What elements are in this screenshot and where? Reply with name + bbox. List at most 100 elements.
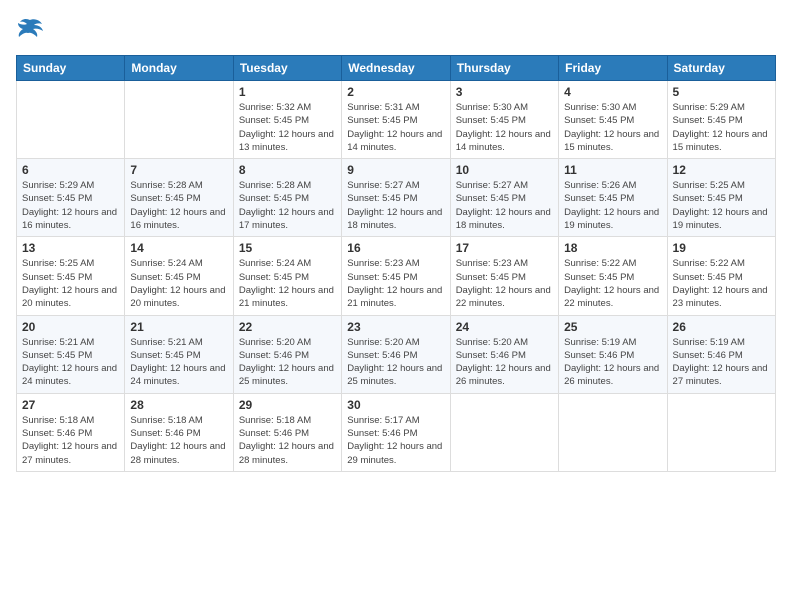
day-info: Sunrise: 5:19 AMSunset: 5:46 PMDaylight:… — [564, 336, 661, 389]
day-number: 1 — [239, 85, 336, 99]
day-number: 2 — [347, 85, 444, 99]
calendar-cell: 10Sunrise: 5:27 AMSunset: 5:45 PMDayligh… — [450, 159, 558, 237]
day-number: 8 — [239, 163, 336, 177]
day-info: Sunrise: 5:30 AMSunset: 5:45 PMDaylight:… — [564, 101, 661, 154]
day-info: Sunrise: 5:18 AMSunset: 5:46 PMDaylight:… — [239, 414, 336, 467]
day-info: Sunrise: 5:30 AMSunset: 5:45 PMDaylight:… — [456, 101, 553, 154]
day-number: 7 — [130, 163, 227, 177]
day-number: 14 — [130, 241, 227, 255]
calendar-cell: 24 Sunrise: 5:20 AMSunset: 5:46 PMDayligh… — [450, 315, 558, 393]
calendar-cell: 5 Sunrise: 5:29 AMSunset: 5:45 PMDaylight… — [667, 81, 775, 159]
calendar-cell — [17, 81, 125, 159]
weekday-header-friday: Friday — [559, 56, 667, 81]
calendar-cell: 27 Sunrise: 5:18 AMSunset: 5:46 PMDayligh… — [17, 393, 125, 471]
calendar-cell: 6Sunrise: 5:29 AMSunset: 5:45 PMDaylight… — [17, 159, 125, 237]
day-number: 15 — [239, 241, 336, 255]
day-number: 9 — [347, 163, 444, 177]
weekday-header-row: SundayMondayTuesdayWednesdayThursdayFrid… — [17, 56, 776, 81]
calendar-cell: 17 Sunrise: 5:23 AMSunset: 5:45 PMDayligh… — [450, 237, 558, 315]
day-info: Sunrise: 5:22 AMSunset: 5:45 PMDaylight:… — [564, 257, 661, 310]
calendar-cell — [667, 393, 775, 471]
weekday-header-thursday: Thursday — [450, 56, 558, 81]
day-info: Sunrise: 5:25 AMSunset: 5:45 PMDaylight:… — [673, 179, 770, 232]
day-info: Sunrise: 5:28 AMSunset: 5:45 PMDaylight:… — [239, 179, 336, 232]
day-info: Sunrise: 5:32 AMSunset: 5:45 PMDaylight:… — [239, 101, 336, 154]
calendar-cell — [125, 81, 233, 159]
day-number: 21 — [130, 320, 227, 334]
weekday-header-sunday: Sunday — [17, 56, 125, 81]
day-info: Sunrise: 5:31 AMSunset: 5:45 PMDaylight:… — [347, 101, 444, 154]
calendar-cell — [450, 393, 558, 471]
day-number: 19 — [673, 241, 770, 255]
calendar-cell: 13Sunrise: 5:25 AMSunset: 5:45 PMDayligh… — [17, 237, 125, 315]
day-number: 16 — [347, 241, 444, 255]
day-number: 26 — [673, 320, 770, 334]
calendar-cell: 23Sunrise: 5:20 AMSunset: 5:46 PMDayligh… — [342, 315, 450, 393]
calendar-week-row: 6Sunrise: 5:29 AMSunset: 5:45 PMDaylight… — [17, 159, 776, 237]
day-info: Sunrise: 5:21 AMSunset: 5:45 PMDaylight:… — [22, 336, 119, 389]
day-number: 6 — [22, 163, 119, 177]
day-number: 4 — [564, 85, 661, 99]
calendar-week-row: 20 Sunrise: 5:21 AMSunset: 5:45 PMDayligh… — [17, 315, 776, 393]
day-number: 27 — [22, 398, 119, 412]
day-info: Sunrise: 5:24 AMSunset: 5:45 PMDaylight:… — [130, 257, 227, 310]
calendar-cell: 20 Sunrise: 5:21 AMSunset: 5:45 PMDayligh… — [17, 315, 125, 393]
calendar-cell — [559, 393, 667, 471]
logo — [16, 16, 48, 45]
calendar-cell: 26 Sunrise: 5:19 AMSunset: 5:46 PMDayligh… — [667, 315, 775, 393]
day-info: Sunrise: 5:20 AMSunset: 5:46 PMDaylight:… — [347, 336, 444, 389]
day-number: 28 — [130, 398, 227, 412]
day-info: Sunrise: 5:18 AMSunset: 5:46 PMDaylight:… — [130, 414, 227, 467]
day-number: 29 — [239, 398, 336, 412]
day-number: 5 — [673, 85, 770, 99]
day-number: 30 — [347, 398, 444, 412]
calendar-cell: 9 Sunrise: 5:27 AMSunset: 5:45 PMDaylight… — [342, 159, 450, 237]
calendar-cell: 7 Sunrise: 5:28 AMSunset: 5:45 PMDaylight… — [125, 159, 233, 237]
day-info: Sunrise: 5:26 AMSunset: 5:45 PMDaylight:… — [564, 179, 661, 232]
calendar-cell: 14 Sunrise: 5:24 AMSunset: 5:45 PMDayligh… — [125, 237, 233, 315]
calendar-cell: 12 Sunrise: 5:25 AMSunset: 5:45 PMDayligh… — [667, 159, 775, 237]
calendar-cell: 21Sunrise: 5:21 AMSunset: 5:45 PMDayligh… — [125, 315, 233, 393]
day-number: 24 — [456, 320, 553, 334]
weekday-header-saturday: Saturday — [667, 56, 775, 81]
day-info: Sunrise: 5:29 AMSunset: 5:45 PMDaylight:… — [673, 101, 770, 154]
calendar-week-row: 13Sunrise: 5:25 AMSunset: 5:45 PMDayligh… — [17, 237, 776, 315]
day-number: 3 — [456, 85, 553, 99]
day-info: Sunrise: 5:22 AMSunset: 5:45 PMDaylight:… — [673, 257, 770, 310]
calendar-cell: 28 Sunrise: 5:18 AMSunset: 5:46 PMDayligh… — [125, 393, 233, 471]
day-number: 25 — [564, 320, 661, 334]
calendar-cell: 3 Sunrise: 5:30 AMSunset: 5:45 PMDaylight… — [450, 81, 558, 159]
day-info: Sunrise: 5:25 AMSunset: 5:45 PMDaylight:… — [22, 257, 119, 310]
calendar-cell: 8 Sunrise: 5:28 AMSunset: 5:45 PMDaylight… — [233, 159, 341, 237]
calendar-cell: 25 Sunrise: 5:19 AMSunset: 5:46 PMDayligh… — [559, 315, 667, 393]
calendar-table: SundayMondayTuesdayWednesdayThursdayFrid… — [16, 55, 776, 472]
day-number: 17 — [456, 241, 553, 255]
day-info: Sunrise: 5:24 AMSunset: 5:45 PMDaylight:… — [239, 257, 336, 310]
calendar-cell: 16Sunrise: 5:23 AMSunset: 5:45 PMDayligh… — [342, 237, 450, 315]
day-number: 20 — [22, 320, 119, 334]
calendar-week-row: 27 Sunrise: 5:18 AMSunset: 5:46 PMDayligh… — [17, 393, 776, 471]
calendar-cell: 2 Sunrise: 5:31 AMSunset: 5:45 PMDaylight… — [342, 81, 450, 159]
weekday-header-monday: Monday — [125, 56, 233, 81]
day-number: 18 — [564, 241, 661, 255]
day-info: Sunrise: 5:23 AMSunset: 5:45 PMDaylight:… — [456, 257, 553, 310]
day-info: Sunrise: 5:20 AMSunset: 5:46 PMDaylight:… — [456, 336, 553, 389]
logo-icon — [16, 16, 44, 45]
calendar-cell: 19 Sunrise: 5:22 AMSunset: 5:45 PMDayligh… — [667, 237, 775, 315]
day-number: 12 — [673, 163, 770, 177]
day-number: 22 — [239, 320, 336, 334]
calendar-week-row: 1 Sunrise: 5:32 AMSunset: 5:45 PMDaylight… — [17, 81, 776, 159]
calendar-cell: 11Sunrise: 5:26 AMSunset: 5:45 PMDayligh… — [559, 159, 667, 237]
day-info: Sunrise: 5:17 AMSunset: 5:46 PMDaylight:… — [347, 414, 444, 467]
calendar-cell: 29 Sunrise: 5:18 AMSunset: 5:46 PMDayligh… — [233, 393, 341, 471]
day-info: Sunrise: 5:20 AMSunset: 5:46 PMDaylight:… — [239, 336, 336, 389]
day-info: Sunrise: 5:28 AMSunset: 5:45 PMDaylight:… — [130, 179, 227, 232]
calendar-cell: 22 Sunrise: 5:20 AMSunset: 5:46 PMDayligh… — [233, 315, 341, 393]
day-info: Sunrise: 5:27 AMSunset: 5:45 PMDaylight:… — [456, 179, 553, 232]
calendar-cell: 4 Sunrise: 5:30 AMSunset: 5:45 PMDaylight… — [559, 81, 667, 159]
weekday-header-wednesday: Wednesday — [342, 56, 450, 81]
day-info: Sunrise: 5:19 AMSunset: 5:46 PMDaylight:… — [673, 336, 770, 389]
header-area — [16, 16, 776, 45]
day-info: Sunrise: 5:27 AMSunset: 5:45 PMDaylight:… — [347, 179, 444, 232]
day-info: Sunrise: 5:18 AMSunset: 5:46 PMDaylight:… — [22, 414, 119, 467]
